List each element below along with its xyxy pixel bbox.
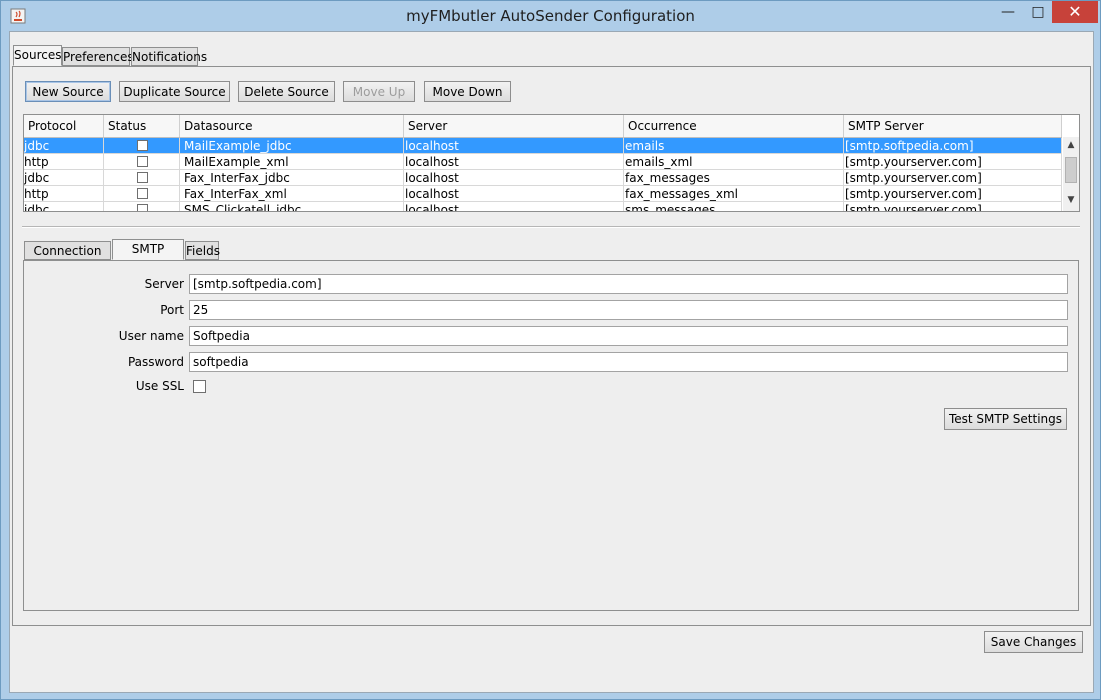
cell-datasource: MailExample_xml	[180, 154, 404, 170]
use-ssl-checkbox[interactable]	[193, 380, 206, 393]
smtp-server-panel: Server Port User name Password Use SSL T…	[23, 260, 1079, 611]
cell-status	[104, 138, 180, 154]
cell-smtp-server: [smtp.softpedia.com]	[844, 138, 1062, 154]
move-up-button[interactable]: Move Up	[343, 81, 415, 102]
cell-status	[104, 186, 180, 202]
status-checkbox[interactable]	[137, 140, 148, 151]
cell-protocol: http	[24, 154, 104, 170]
scrollbar-thumb[interactable]	[1065, 157, 1077, 183]
server-label: Server	[144, 277, 184, 291]
smtp-server-field[interactable]	[189, 274, 1068, 294]
password-label: Password	[127, 355, 184, 369]
table-vertical-scrollbar[interactable]: ▲ ▼	[1063, 137, 1079, 211]
table-header: Protocol Status Datasource Server Occurr…	[24, 115, 1062, 138]
sources-table: Protocol Status Datasource Server Occurr…	[23, 114, 1080, 212]
save-changes-button[interactable]: Save Changes	[984, 631, 1083, 653]
close-button[interactable]: ✕	[1052, 1, 1098, 23]
cell-occurrence: sms_messages	[624, 202, 844, 211]
cell-server: localhost	[404, 186, 624, 202]
move-down-button[interactable]: Move Down	[424, 81, 511, 102]
window-title: myFMbutler AutoSender Configuration	[406, 7, 695, 25]
duplicate-source-button[interactable]: Duplicate Source	[119, 81, 230, 102]
table-row[interactable]: jdbc Fax_InterFax_jdbc localhost fax_mes…	[24, 170, 1062, 186]
column-header-server[interactable]: Server	[404, 115, 624, 137]
cell-protocol: jdbc	[24, 138, 104, 154]
tab-fields[interactable]: Fields	[185, 241, 220, 260]
cell-server: localhost	[404, 170, 624, 186]
column-header-protocol[interactable]: Protocol	[24, 115, 104, 137]
table-row[interactable]: jdbc MailExample_jdbc localhost emails […	[24, 138, 1062, 154]
cell-protocol: http	[24, 186, 104, 202]
table-row[interactable]: http Fax_InterFax_xml localhost fax_mess…	[24, 186, 1062, 202]
cell-occurrence: emails	[624, 138, 844, 154]
cell-status	[104, 170, 180, 186]
title-bar: myFMbutler AutoSender Configuration — □ …	[1, 1, 1100, 31]
cell-server: localhost	[404, 154, 624, 170]
status-checkbox[interactable]	[137, 204, 148, 211]
scroll-down-arrow-icon[interactable]: ▼	[1063, 195, 1079, 205]
port-field[interactable]	[189, 300, 1068, 320]
port-label: Port	[160, 303, 184, 317]
column-header-occurrence[interactable]: Occurrence	[624, 115, 844, 137]
cell-occurrence: fax_messages_xml	[624, 186, 844, 202]
status-checkbox[interactable]	[137, 188, 148, 199]
tab-connection-info[interactable]: Connection Info	[24, 241, 111, 277]
app-window: myFMbutler AutoSender Configuration — □ …	[0, 0, 1101, 700]
scroll-up-arrow-icon[interactable]: ▲	[1063, 140, 1079, 150]
cell-occurrence: fax_messages	[624, 170, 844, 186]
split-divider[interactable]	[22, 226, 1080, 228]
use-ssl-label: Use SSL	[135, 379, 184, 393]
username-label: User name	[118, 329, 184, 343]
cell-occurrence: emails_xml	[624, 154, 844, 170]
cell-server: localhost	[404, 202, 624, 211]
cell-status	[104, 154, 180, 170]
cell-datasource: MailExample_jdbc	[180, 138, 404, 154]
column-header-datasource[interactable]: Datasource	[180, 115, 404, 137]
table-row[interactable]: http MailExample_xml localhost emails_xm…	[24, 154, 1062, 170]
cell-protocol: jdbc	[24, 170, 104, 186]
cell-server: localhost	[404, 138, 624, 154]
test-smtp-settings-button[interactable]: Test SMTP Settings	[944, 408, 1067, 430]
status-checkbox[interactable]	[137, 156, 148, 167]
cell-smtp-server: [smtp.yourserver.com]	[844, 154, 1062, 170]
cell-smtp-server: [smtp.yourserver.com]	[844, 170, 1062, 186]
column-header-smtp-server[interactable]: SMTP Server	[844, 115, 1062, 137]
cell-datasource: Fax_InterFax_xml	[180, 186, 404, 202]
tab-smtp-server[interactable]: SMTP server	[112, 239, 184, 275]
cell-smtp-server: [smtp.yourserver.com]	[844, 186, 1062, 202]
cell-smtp-server: [smtp.yourserver.com]	[844, 202, 1062, 211]
minimize-button[interactable]: —	[991, 1, 1025, 23]
tab-sources[interactable]: Sources	[13, 45, 62, 66]
tab-preferences[interactable]: Preferences	[62, 47, 134, 66]
username-field[interactable]	[189, 326, 1068, 346]
cell-status	[104, 202, 180, 211]
status-checkbox[interactable]	[137, 172, 148, 183]
maximize-button[interactable]: □	[1025, 1, 1051, 23]
delete-source-button[interactable]: Delete Source	[238, 81, 335, 102]
new-source-button[interactable]: New Source	[25, 81, 111, 102]
cell-datasource: Fax_InterFax_jdbc	[180, 170, 404, 186]
table-row[interactable]: jdbc SMS_Clickatell_jdbc localhost sms_m…	[24, 202, 1062, 211]
password-field[interactable]	[189, 352, 1068, 372]
cell-protocol: jdbc	[24, 202, 104, 211]
main-content: Sources Preferences Notifications New So…	[9, 31, 1094, 693]
tab-notifications[interactable]: Notifications	[131, 47, 207, 66]
column-header-status[interactable]: Status	[104, 115, 180, 137]
cell-datasource: SMS_Clickatell_jdbc	[180, 202, 404, 211]
